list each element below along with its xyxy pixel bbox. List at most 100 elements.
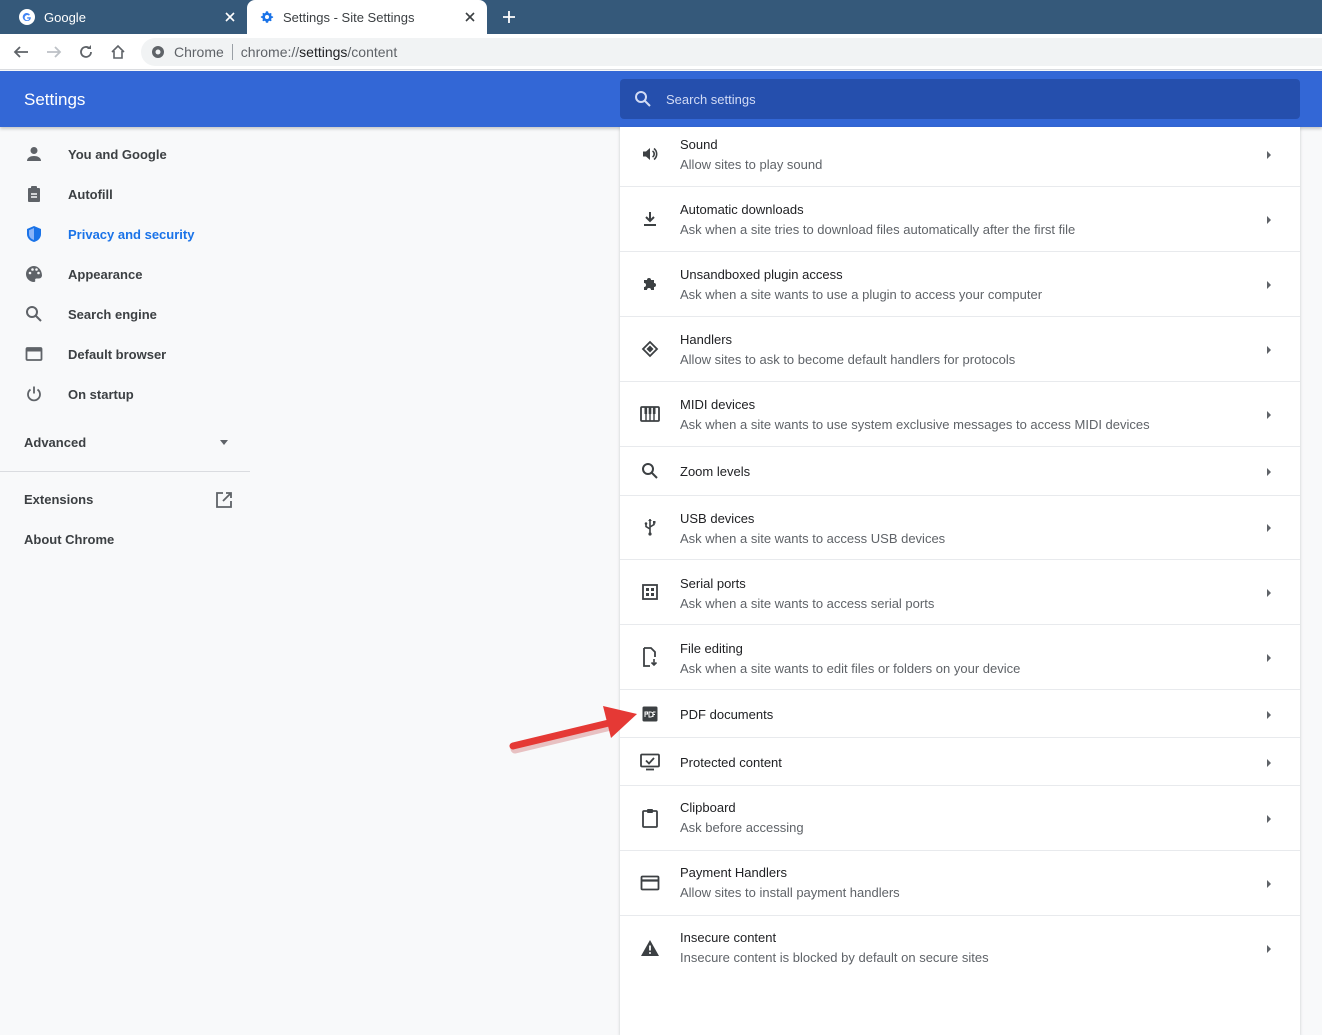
setting-subtitle: Ask when a site wants to edit files or f… xyxy=(680,661,1021,676)
settings-header: Settings Search settings xyxy=(0,71,1322,127)
site-setting-file-editing[interactable]: File editing Ask when a site wants to ed… xyxy=(620,624,1300,689)
caret-right-icon xyxy=(1267,945,1271,953)
site-setting-handlers[interactable]: Handlers Allow sites to ask to become de… xyxy=(620,316,1300,381)
caret-right-icon xyxy=(1267,151,1271,159)
setting-subtitle: Allow sites to play sound xyxy=(680,157,823,172)
site-settings-list: Sound Allow sites to play sound Automati… xyxy=(620,127,1300,1035)
advanced-toggle[interactable]: Advanced xyxy=(24,427,234,457)
site-setting-payment-handlers[interactable]: Payment Handlers Allow sites to install … xyxy=(620,850,1300,915)
puzzle-icon xyxy=(639,273,661,295)
omnibox-chip: Chrome xyxy=(174,44,224,60)
caret-right-icon xyxy=(1267,411,1271,419)
home-icon xyxy=(111,44,125,59)
speaker-icon xyxy=(639,143,661,165)
about-label: About Chrome xyxy=(24,532,115,547)
setting-subtitle: Insecure content is blocked by default o… xyxy=(680,950,989,965)
site-setting-clipboard[interactable]: Clipboard Ask before accessing xyxy=(620,785,1300,850)
plus-icon xyxy=(503,11,515,23)
google-g-icon xyxy=(19,9,35,25)
serial-port-icon xyxy=(639,581,661,603)
zoom-icon xyxy=(639,460,661,482)
setting-title: MIDI devices xyxy=(680,397,756,412)
tab-site-settings[interactable]: Settings - Site Settings xyxy=(247,0,487,34)
site-setting-insecure-content[interactable]: Insecure content Insecure content is blo… xyxy=(620,915,1300,980)
shield-icon xyxy=(24,224,44,244)
caret-right-icon xyxy=(1267,346,1271,354)
setting-title: Handlers xyxy=(680,332,733,347)
sidebar-item-label: On startup xyxy=(68,386,134,402)
close-icon xyxy=(225,12,235,22)
sidebar-item-default-browser[interactable]: Default browser xyxy=(0,334,250,374)
settings-sidebar: You and Google Autofill Privacy and secu… xyxy=(0,127,250,1035)
close-tab-button[interactable] xyxy=(461,8,479,26)
sidebar-item-label: Privacy and security xyxy=(68,226,195,242)
clipboard-icon xyxy=(639,807,661,829)
setting-title: Clipboard xyxy=(680,800,736,815)
setting-title: Serial ports xyxy=(680,576,746,591)
site-setting-automatic-downloads[interactable]: Automatic downloads Ask when a site trie… xyxy=(620,186,1300,251)
setting-subtitle: Ask when a site wants to use system excl… xyxy=(680,417,1150,432)
caret-right-icon xyxy=(1267,654,1271,662)
address-bar[interactable]: Chrome chrome://settings/content xyxy=(141,38,1322,66)
back-button[interactable] xyxy=(10,41,32,63)
sidebar-item-search-engine[interactable]: Search engine xyxy=(0,294,250,334)
caret-right-icon xyxy=(1267,216,1271,224)
site-setting-usb-devices[interactable]: USB devices Ask when a site wants to acc… xyxy=(620,495,1300,559)
setting-subtitle: Allow sites to install payment handlers xyxy=(680,885,900,900)
setting-title: Automatic downloads xyxy=(680,202,804,217)
forward-button[interactable] xyxy=(43,41,65,63)
url-scheme: chrome:// xyxy=(240,44,300,60)
open-in-new-icon[interactable] xyxy=(215,491,233,509)
close-tab-button[interactable] xyxy=(221,8,239,26)
sidebar-item-you-and-google[interactable]: You and Google xyxy=(0,134,250,174)
reload-icon xyxy=(80,45,92,58)
site-setting-pdf-documents[interactable]: PDF documents xyxy=(620,689,1300,737)
browser-toolbar: Chrome chrome://settings/content xyxy=(0,34,1322,70)
site-setting-midi-devices[interactable]: MIDI devices Ask when a site wants to us… xyxy=(620,381,1300,446)
caret-right-icon xyxy=(1267,880,1271,888)
omnibox-separator xyxy=(231,44,233,60)
download-icon xyxy=(639,208,661,230)
site-setting-sound[interactable]: Sound Allow sites to play sound xyxy=(620,127,1300,186)
site-setting-zoom-levels[interactable]: Zoom levels xyxy=(620,446,1300,495)
tab-title: Google xyxy=(44,10,86,25)
sidebar-item-extensions[interactable]: Extensions xyxy=(24,492,93,507)
extensions-label: Extensions xyxy=(24,492,94,507)
sidebar-item-on-startup[interactable]: On startup xyxy=(0,374,250,414)
warning-icon xyxy=(639,937,661,959)
site-setting-serial-ports[interactable]: Serial ports Ask when a site wants to ac… xyxy=(620,559,1300,624)
home-button[interactable] xyxy=(107,41,129,63)
caret-right-icon xyxy=(1267,524,1271,532)
arrow-left-icon xyxy=(13,46,28,58)
tab-google[interactable]: Google xyxy=(0,0,247,34)
setting-subtitle: Ask when a site wants to use a plugin to… xyxy=(680,287,1043,302)
new-tab-button[interactable] xyxy=(498,6,520,28)
sidebar-item-label: Autofill xyxy=(68,186,113,202)
site-setting-protected-content[interactable]: Protected content xyxy=(620,737,1300,785)
setting-subtitle: Ask when a site wants to access serial p… xyxy=(680,596,935,611)
site-setting-unsandboxed-plugin-access[interactable]: Unsandboxed plugin access Ask when a sit… xyxy=(620,251,1300,316)
search-icon xyxy=(635,91,651,107)
setting-title: Insecure content xyxy=(680,930,777,945)
tab-title: Settings - Site Settings xyxy=(283,10,415,25)
sidebar-item-privacy-and-security[interactable]: Privacy and security xyxy=(0,214,250,254)
arrow-right-icon xyxy=(47,46,62,58)
close-icon xyxy=(465,12,475,22)
caret-right-icon xyxy=(1267,759,1271,767)
setting-title: Protected content xyxy=(680,755,782,770)
advanced-label: Advanced xyxy=(24,434,87,450)
usb-icon xyxy=(639,516,661,538)
search-placeholder: Search settings xyxy=(666,91,756,107)
sidebar-item-about-chrome[interactable]: About Chrome xyxy=(24,532,114,547)
reload-button[interactable] xyxy=(75,41,97,63)
search-settings-input[interactable]: Search settings xyxy=(620,79,1300,119)
setting-subtitle: Ask when a site tries to download files … xyxy=(680,222,1076,237)
setting-title: File editing xyxy=(680,641,743,656)
sidebar-item-appearance[interactable]: Appearance xyxy=(0,254,250,294)
clipboard-icon xyxy=(24,184,44,204)
annotation-arrow-icon xyxy=(509,706,637,754)
sidebar-item-autofill[interactable]: Autofill xyxy=(0,174,250,214)
sidebar-item-label: Search engine xyxy=(68,306,157,322)
caret-right-icon xyxy=(1267,815,1271,823)
gear-icon xyxy=(260,11,274,23)
